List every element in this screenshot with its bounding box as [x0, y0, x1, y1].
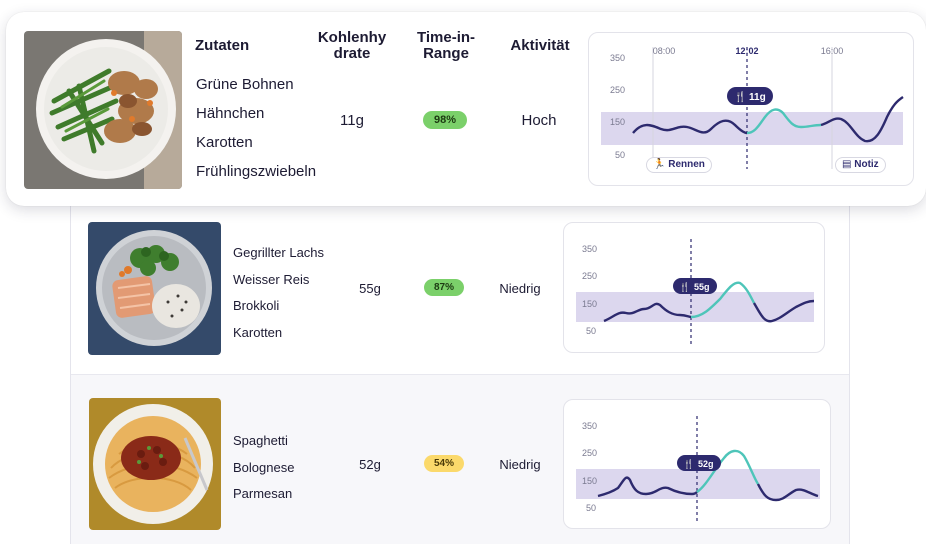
target-range-band [576, 469, 820, 499]
y-tick-label: 250 [610, 85, 625, 95]
ingredient-list: Gegrillter Lachs Weisser Reis Brokkoli K… [233, 240, 324, 346]
y-tick-label: 350 [582, 244, 597, 254]
y-tick-label: 250 [582, 271, 597, 281]
meal-photo-chicken-beans [24, 31, 182, 189]
ingredient-list: Spaghetti Bolognese Parmesan [233, 428, 294, 508]
note-icon: ▤ [842, 159, 852, 170]
y-tick-label: 150 [582, 476, 597, 486]
time-in-range-badge: 98% [423, 111, 467, 129]
time-in-range-badge: 87% [424, 279, 464, 296]
ingredient-list: Grüne Bohnen Hähnchen Karotten Frühlings… [196, 70, 316, 186]
ingredient-item: Brokkoli [233, 298, 280, 313]
header-time-in-range: Time-in- Range [416, 29, 476, 62]
chip-label: Rennen [668, 159, 705, 170]
ingredient-item: Parmesan [233, 486, 293, 501]
fork-knife-icon: 🍴 [683, 458, 694, 470]
header-ingredients: Zutaten [195, 37, 250, 54]
meal-photo-salmon-rice [88, 222, 221, 355]
y-tick-label: 50 [586, 326, 596, 336]
ingredient-item: Karotten [233, 324, 283, 340]
y-tick-label: 50 [586, 503, 596, 513]
glucose-chart: 350 250 150 50 08:00 12:02 16:00 🍴 11g 🏃… [588, 32, 914, 186]
carbs-value: 11g [340, 112, 364, 129]
ingredient-item: Weisser Reis [233, 271, 310, 287]
meal-carb-label: 52g [698, 459, 714, 469]
header-carbs: Kohlenhy drate [317, 29, 387, 62]
glucose-chart: 350 250 150 50 🍴 52g [563, 399, 831, 529]
ingredient-item: Bolognese [233, 459, 295, 475]
y-tick-label: 150 [582, 299, 597, 309]
y-tick-label: 350 [582, 421, 597, 431]
time-label: 08:00 [653, 46, 676, 56]
activity-value: Niedrig [499, 281, 541, 296]
meal-carb-label: 55g [694, 282, 710, 292]
meal-photo-spaghetti [89, 398, 221, 530]
activity-chip-running[interactable]: 🏃 Rennen [646, 157, 712, 173]
ingredient-item: Gegrillter Lachs [233, 245, 325, 260]
ingredient-item: Spaghetti [233, 433, 288, 448]
target-range-band [601, 112, 903, 145]
glucose-chart-svg: 350 250 150 50 🍴 55g [576, 239, 815, 347]
y-tick-label: 150 [610, 117, 625, 127]
activity-value: Hoch [521, 112, 557, 129]
y-tick-label: 350 [610, 53, 625, 63]
ingredient-item: Hähnchen [196, 105, 265, 122]
activity-value: Niedrig [499, 457, 541, 472]
y-tick-label: 50 [615, 150, 625, 160]
carbs-value: 52g [359, 457, 381, 472]
carbs-value: 55g [359, 281, 381, 296]
ingredient-item: Frühlingszwiebeln [196, 163, 317, 180]
fork-knife-icon: 🍴 [679, 281, 690, 293]
time-in-range-badge: 54% [424, 455, 464, 472]
time-label-highlighted: 12:02 [735, 46, 758, 56]
time-label: 16:00 [821, 46, 844, 56]
row-divider [71, 374, 849, 375]
note-chip[interactable]: ▤ Notiz [835, 157, 886, 173]
running-icon: 🏃 [653, 159, 666, 170]
chip-label: Notiz [854, 159, 879, 170]
glucose-chart-svg: 350 250 150 50 🍴 52g [576, 416, 820, 524]
y-tick-label: 250 [582, 448, 597, 458]
header-activity: Aktivität [510, 37, 570, 54]
ingredient-item: Karotten [196, 134, 253, 151]
fork-knife-icon: 🍴 [734, 90, 746, 103]
meal-carb-label: 11g [749, 92, 766, 103]
glucose-chart: 350 250 150 50 🍴 55g [563, 222, 825, 353]
ingredient-item: Grüne Bohnen [196, 76, 294, 93]
